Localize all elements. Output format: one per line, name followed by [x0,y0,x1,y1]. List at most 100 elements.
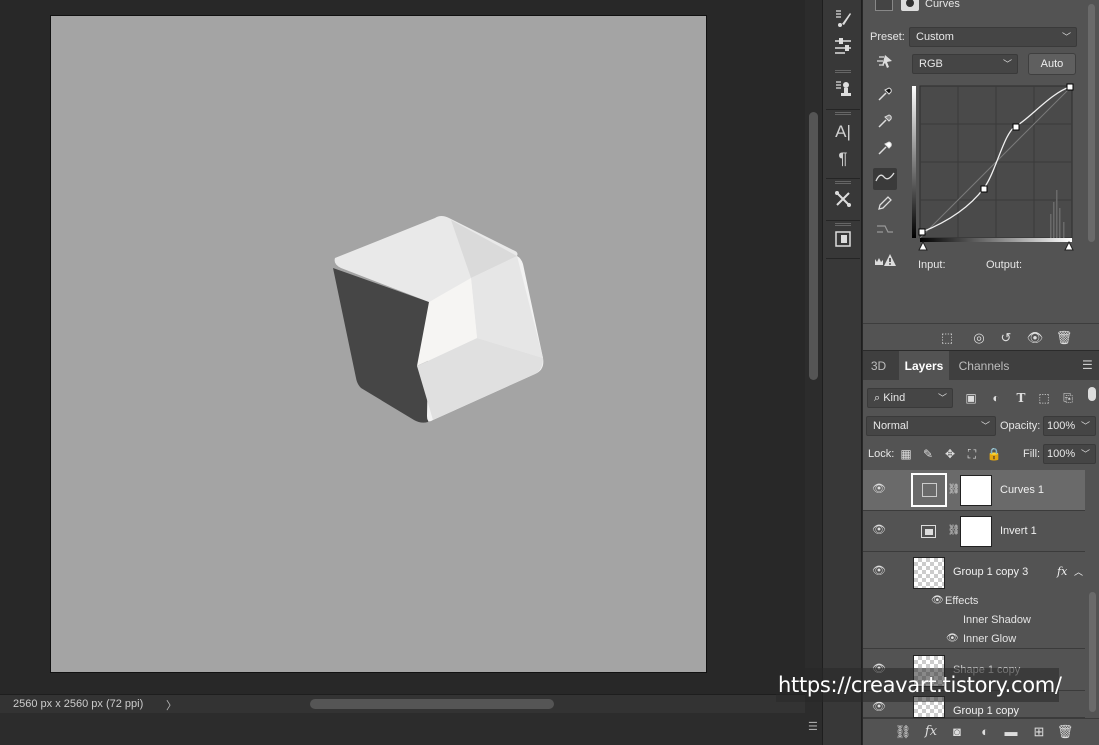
view-previous-state-icon[interactable]: ◎ [969,329,989,347]
status-bar: 2560 px x 2560 px (72 ppi) 〉 [0,694,805,713]
gray-eyedropper-icon[interactable] [873,113,897,135]
chevron-down-icon: ﹀ [1080,421,1090,431]
document-canvas[interactable] [50,15,707,673]
status-menu-arrow-icon[interactable]: 〉 [166,697,177,713]
layers-scrollbar[interactable] [1085,470,1099,718]
layer-row-group-copy-3[interactable]: 👁 Group 1 copy 3 fx ︿ 👁 Effects Inner Sh… [863,552,1085,649]
visibility-eye-icon[interactable]: 👁 [871,564,887,580]
visibility-eye-icon[interactable]: 👁 [931,595,944,606]
vertical-scroll-track[interactable]: ☰ [805,0,822,745]
input-label: Input: [918,259,946,271]
layer-name[interactable]: Invert 1 [1000,525,1037,537]
pencil-icon[interactable] [873,195,897,217]
tab-layers[interactable]: Layers [899,351,949,381]
opacity-field[interactable]: 100% ﹀ [1043,416,1096,436]
properties-panel: Curves Preset: Custom ﹀ RGB ﹀ Auto Input… [863,0,1099,351]
lock-label: Lock: [868,448,895,460]
black-point-slider[interactable] [918,240,928,251]
layer-name[interactable]: Group 1 copy 3 [953,566,1028,578]
collapse-effects-icon[interactable]: ︿ [1074,565,1083,578]
effect-inner-shadow[interactable]: Inner Shadow [963,614,1031,626]
curves-graph[interactable] [912,82,1074,254]
layers-footer: ⛓ fx ◙ ◐ ▬ ⊞ 🗑 [863,718,1099,745]
clipping-warning-icon[interactable] [873,251,897,273]
horizontal-scrollbar[interactable] [310,699,554,709]
auto-button[interactable]: Auto [1028,53,1076,75]
visibility-eye-icon[interactable]: 👁 [946,633,959,644]
clip-to-layer-icon[interactable]: ⬚ [937,329,957,347]
visibility-eye-icon[interactable]: 👁 [1025,329,1045,347]
properties-scrollbar[interactable] [1085,0,1097,320]
curve-point[interactable] [1066,83,1074,91]
panel-menu-icon[interactable]: ☰ [1082,358,1093,372]
layer-row-curves[interactable]: 👁 ⛓ Curves 1 [863,470,1085,511]
tab-3d[interactable]: 3D [863,351,894,381]
filter-pixel-icon[interactable]: ▣ [962,389,980,407]
lock-transparent-pixels-icon[interactable]: ▦ [897,445,915,463]
trash-icon[interactable]: 🗑 [1054,329,1074,347]
filter-toggle[interactable] [1088,387,1096,401]
layer-name[interactable]: Group 1 copy [953,705,1019,717]
invert-adjustment-icon [921,525,936,538]
lock-all-icon[interactable]: 🔒 [985,445,1003,463]
paragraph-icon[interactable]: ¶ [830,147,856,171]
preset-dropdown[interactable]: Custom ﹀ [909,27,1077,47]
preset-label: Preset: [870,31,905,43]
dock-grip[interactable] [835,181,851,184]
white-eyedropper-icon[interactable] [873,140,897,162]
add-layer-style-icon[interactable]: fx [921,723,941,741]
effects-header: Effects [945,595,979,607]
trash-icon[interactable]: 🗑 [1055,723,1075,741]
tool-presets-icon[interactable] [830,189,856,213]
vertical-scrollbar[interactable] [809,112,818,380]
dock-grip[interactable] [835,223,851,226]
layer-mask-thumb[interactable] [960,516,992,547]
mask-icon[interactable] [901,0,919,11]
blend-mode-value: Normal [873,420,909,432]
tab-channels[interactable]: Channels [952,351,1016,381]
lock-position-icon[interactable]: ✥ [941,445,959,463]
curve-point[interactable] [1012,123,1020,131]
new-group-icon[interactable]: ▬ [1001,723,1021,741]
brush-settings-icon[interactable] [830,8,856,32]
dock-grip[interactable] [835,112,851,115]
layer-row-invert[interactable]: 👁 ⛓ Invert 1 [863,511,1085,552]
reset-icon[interactable]: ↺ [996,329,1016,347]
dock-grip[interactable] [835,70,851,73]
add-mask-icon[interactable]: ◙ [947,723,967,741]
channel-dropdown[interactable]: RGB ﹀ [912,54,1018,74]
smooth-icon[interactable] [873,220,897,242]
search-icon: ⌕ [874,392,884,404]
layer-name[interactable]: Curves 1 [1000,484,1044,496]
curve-point[interactable] [918,228,926,236]
filter-smart-object-icon[interactable]: ⎘ [1059,389,1077,407]
link-layers-icon[interactable]: ⛓ [893,723,913,741]
blend-mode-dropdown[interactable]: Normal ﹀ [866,416,996,436]
character-icon[interactable]: A| [830,120,856,144]
filter-kind-dropdown[interactable]: ⌕ Kind ﹀ [867,388,953,408]
effect-inner-glow[interactable]: Inner Glow [963,633,1016,645]
lock-artboard-icon[interactable]: ⛶ [963,445,981,463]
filter-adjustment-icon[interactable]: ◐ [987,389,1005,407]
libraries-icon[interactable] [830,229,856,253]
visibility-eye-icon[interactable]: 👁 [871,523,887,539]
adjustments-icon[interactable] [830,36,856,60]
visibility-eye-icon[interactable]: 👁 [871,700,887,716]
visibility-eye-icon[interactable]: 👁 [871,482,887,498]
on-image-adjust-icon[interactable] [873,53,897,75]
curve-point[interactable] [980,185,988,193]
fill-field[interactable]: 100% ﹀ [1043,444,1096,464]
black-eyedropper-icon[interactable] [873,86,897,108]
curve-point-icon[interactable] [873,168,897,190]
filter-type-icon[interactable]: T [1012,389,1030,407]
panel-dock-strip: A| ¶ [822,0,862,745]
layer-mask-thumb[interactable] [960,475,992,506]
fx-icon[interactable]: fx [1057,565,1067,578]
panel-menu-icon[interactable]: ☰ [808,720,818,733]
new-adjustment-layer-icon[interactable]: ◐ [975,723,995,741]
filter-shape-icon[interactable]: ⬚ [1035,389,1053,407]
clone-source-icon[interactable] [830,78,856,102]
lock-image-pixels-icon[interactable]: ✎ [919,445,937,463]
white-point-slider[interactable] [1064,240,1074,251]
new-layer-icon[interactable]: ⊞ [1029,723,1049,741]
